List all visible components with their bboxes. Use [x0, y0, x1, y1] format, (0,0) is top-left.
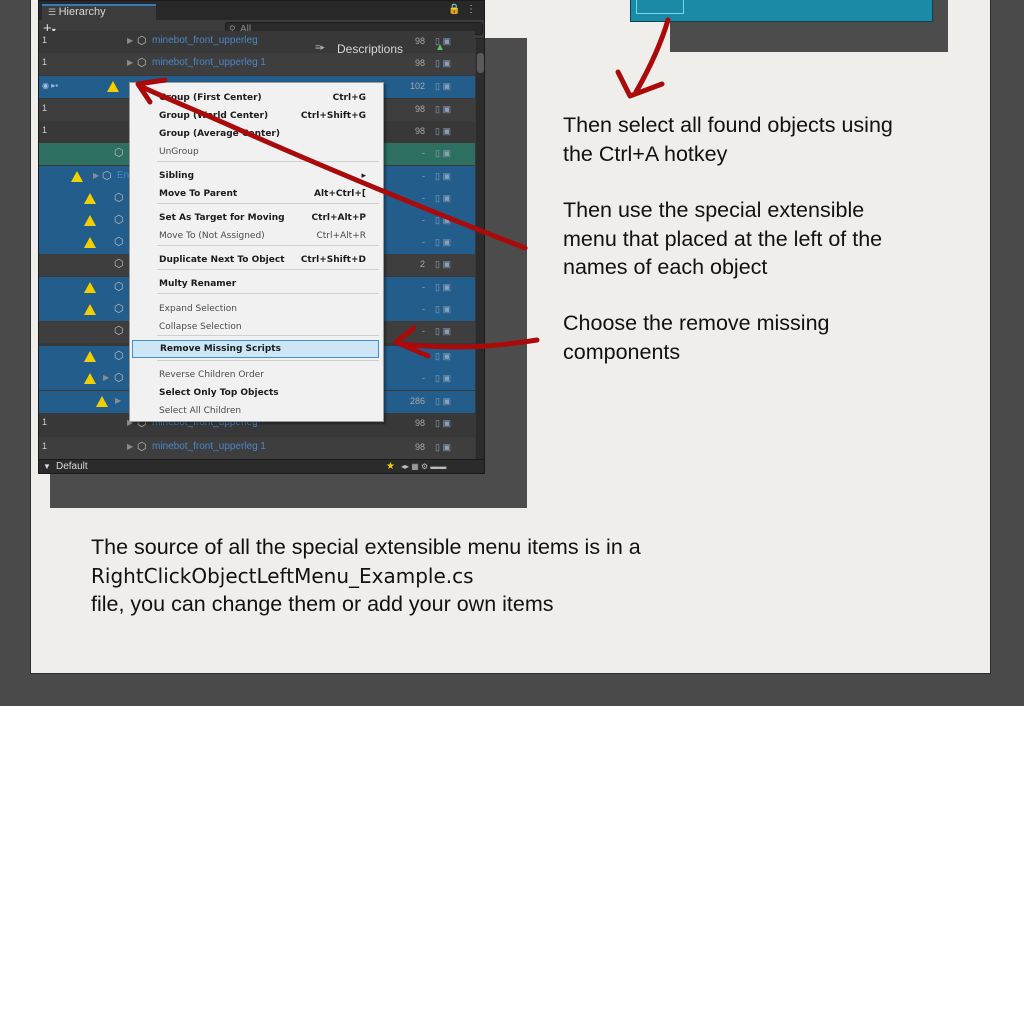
arrow-menu-head: [393, 325, 431, 359]
arrow-left-stroke: [137, 83, 528, 251]
annotation-arrows: [135, 17, 671, 359]
arrow-down-stroke: [633, 17, 671, 95]
arrow-menu-stroke: [397, 337, 540, 350]
